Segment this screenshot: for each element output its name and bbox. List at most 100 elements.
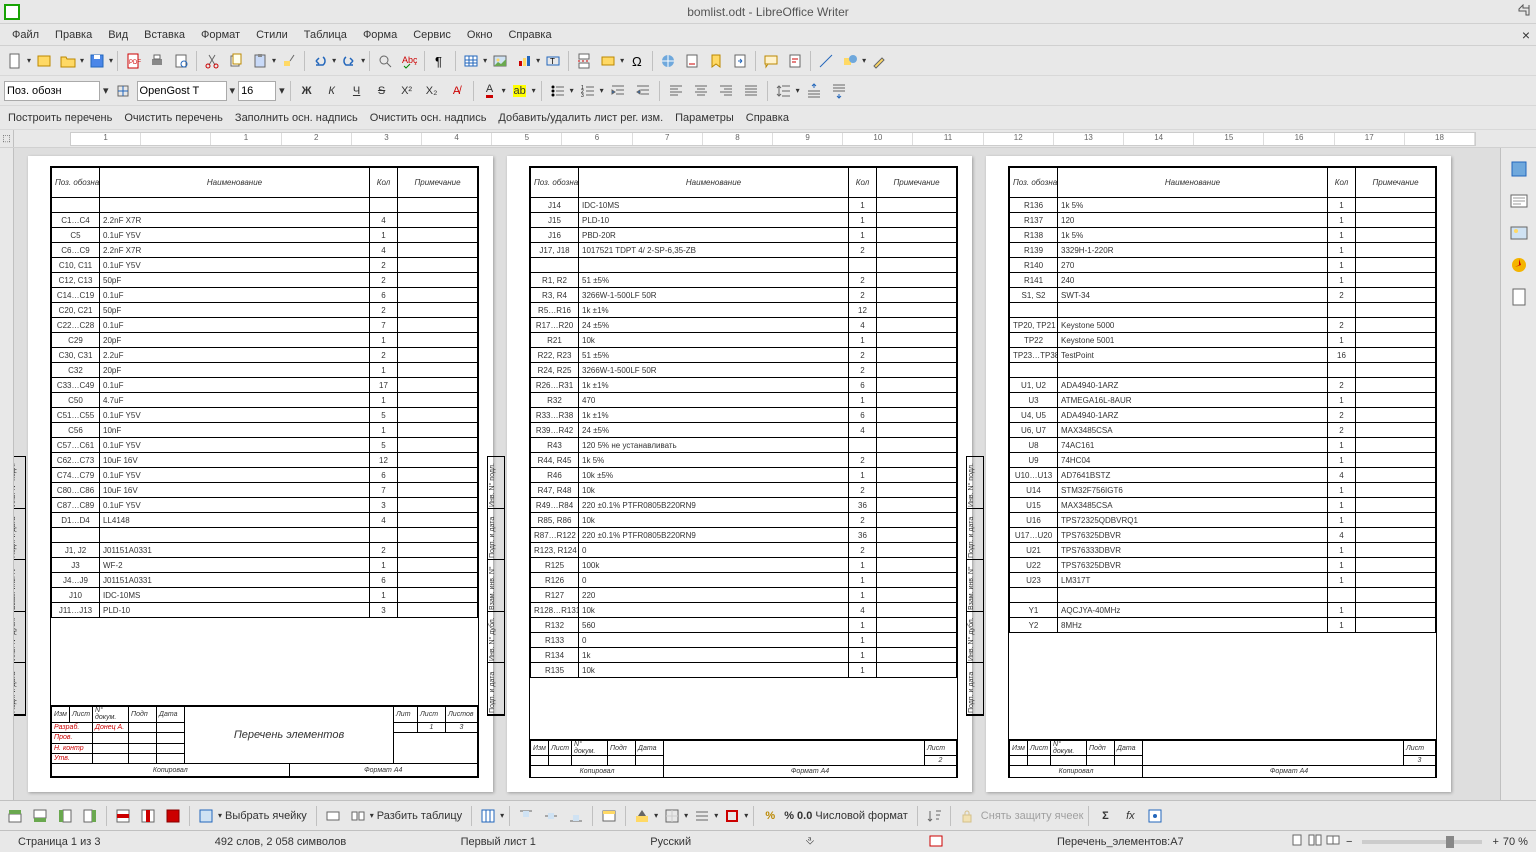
para-style-combo[interactable] [4,81,100,101]
menu-view[interactable]: Вид [100,27,136,43]
table-row[interactable]: U23LM317T1 [1010,573,1436,588]
close-document-button[interactable]: × [1522,27,1530,43]
status-view-single-icon[interactable] [1290,833,1304,850]
bullets-button[interactable] [547,80,569,102]
zoom-value[interactable]: 70 % [1503,836,1528,848]
page-break-button[interactable] [573,50,595,72]
table-row[interactable]: R85, R8610k2 [531,513,957,528]
tbl-bordercolor-button[interactable] [721,805,743,827]
menu-file[interactable]: Файл [4,27,47,43]
status-doc[interactable]: Перечень_элементов:A7 [1047,836,1194,848]
title-block-1[interactable]: ИзмЛистN° докум.ПодпДатаПеречень элемент… [51,705,478,777]
cmd-clear-list[interactable]: Очистить перечень [124,112,223,124]
table-row[interactable]: U974HC041 [1010,453,1436,468]
table-row[interactable]: U4, U5ADA4940-1ARZ2 [1010,408,1436,423]
table-row[interactable]: R4610k ±5%1 [531,468,957,483]
table-row[interactable]: TP20, TP21Keystone 50002 [1010,318,1436,333]
fontsize-combo[interactable] [238,81,276,101]
status-words[interactable]: 492 слов, 2 058 символов [205,836,356,848]
table-row[interactable]: R24, R253266W-1-500LF 50R2 [531,363,957,378]
menu-help[interactable]: Справка [500,27,559,43]
tbl-sort-button[interactable] [923,805,945,827]
table-row[interactable]: R1393329H-1-220R1 [1010,243,1436,258]
cmd-build-list[interactable]: Построить перечень [8,112,112,124]
clone-fmt-button[interactable] [278,50,300,72]
table-row[interactable]: C80…C8610uF 16V7 [52,483,478,498]
insert-chart-button[interactable] [513,50,535,72]
title-block-2[interactable]: ИзмЛистN° докум.ПодпДатаЛист 2 Копировал… [530,739,957,777]
tbl-row-below-button[interactable] [29,805,51,827]
title-block-3[interactable]: ИзмЛистN° докум.ПодпДатаЛист 3 Копировал… [1009,739,1436,777]
comment-button[interactable] [760,50,782,72]
table-row[interactable]: R1371201 [1010,213,1436,228]
table-row[interactable]: R39…R4224 ±5%4 [531,423,957,438]
table-row[interactable]: R1402701 [1010,258,1436,273]
table-row[interactable]: R1325601 [531,618,957,633]
underline-button[interactable]: Ч [346,80,368,102]
menu-table[interactable]: Таблица [296,27,355,43]
nonprinting-button[interactable]: ¶ [429,50,451,72]
insert-symbol-button[interactable]: Ω [626,50,648,72]
tbl-valign-bot-button[interactable] [565,805,587,827]
table-row[interactable]: U14STM32F756IGT61 [1010,483,1436,498]
insert-image-button[interactable] [489,50,511,72]
table-row[interactable]: C62…C7310uF 16V12 [52,453,478,468]
zoom-in-button[interactable]: + [1492,836,1498,848]
bold-button[interactable]: Ж [296,80,318,102]
table-row[interactable]: U10…U13AD7641BSTZ4 [1010,468,1436,483]
cut-button[interactable] [201,50,223,72]
insert-textbox-button[interactable]: T [542,50,564,72]
table-row[interactable]: U15MAX3485CSA1 [1010,498,1436,513]
table-row[interactable]: U22TPS76325DBVR1 [1010,558,1436,573]
tbl-bgcolor-button[interactable] [631,805,653,827]
table-row[interactable]: R123, R12402 [531,543,957,558]
insert-table-button[interactable] [460,50,482,72]
tbl-formula-button[interactable]: fx [1119,805,1141,827]
page-2[interactable]: Поз. обозна-чениеНаименованиеКолПримечан… [507,156,972,792]
table-row[interactable] [1010,303,1436,318]
export-pdf-button[interactable]: PDF [122,50,144,72]
table-row[interactable]: R3, R43266W-1-500LF 50R2 [531,288,957,303]
italic-button[interactable]: К [321,80,343,102]
bom-table-1[interactable]: Поз. обозна-чениеНаименованиеКолПримечан… [51,167,478,618]
tbl-merge-button[interactable] [322,805,344,827]
tbl-valign-top-button[interactable] [515,805,537,827]
status-insert[interactable]: ⎀ [795,835,824,848]
status-style[interactable]: Первый лист 1 [451,836,546,848]
tbl-col-left-button[interactable] [54,805,76,827]
tbl-sum-button[interactable]: Σ [1094,805,1116,827]
table-row[interactable]: R324701 [531,393,957,408]
horizontal-ruler[interactable]: 1123456789101112131415161718 [70,132,1476,146]
table-row[interactable]: U17…U20TPS76325DBVR4 [1010,528,1436,543]
table-row[interactable] [531,258,957,273]
table-row[interactable]: C33…C490.1uF17 [52,378,478,393]
table-row[interactable]: U3ATMEGA16L-8AUR1 [1010,393,1436,408]
table-row[interactable]: R44, R451k 5%2 [531,453,957,468]
table-row[interactable]: R12601 [531,573,957,588]
table-row[interactable] [52,528,478,543]
sidebar-navigator-icon[interactable] [1506,252,1532,278]
table-row[interactable]: Y1AQCJYA-40MHz1 [1010,603,1436,618]
ruler-corner[interactable]: ⬚ [0,130,14,147]
para-above-button[interactable] [803,80,825,102]
table-row[interactable]: R128…R13110k4 [531,603,957,618]
menu-insert[interactable]: Вставка [136,27,193,43]
table-row[interactable]: TP22Keystone 50011 [1010,333,1436,348]
table-row[interactable]: U16TPS72325QDBVRQ11 [1010,513,1436,528]
table-row[interactable]: C5610nF1 [52,423,478,438]
table-row[interactable]: R1412401 [1010,273,1436,288]
table-row[interactable]: R1, R251 ±5%2 [531,273,957,288]
table-row[interactable] [52,198,478,213]
table-row[interactable]: C51…C550.1uF Y5V5 [52,408,478,423]
menu-styles[interactable]: Стили [248,27,296,43]
table-row[interactable]: R5…R161k ±1%12 [531,303,957,318]
templates-button[interactable] [33,50,55,72]
table-row[interactable]: C74…C790.1uF Y5V6 [52,468,478,483]
table-row[interactable]: C20, C2150pF2 [52,303,478,318]
table-row[interactable]: R43120 5% не устанавливать [531,438,957,453]
table-row[interactable]: C3220pF1 [52,363,478,378]
bom-table-2[interactable]: Поз. обозна-чениеНаименованиеКолПримечан… [530,167,957,678]
table-row[interactable]: R1272201 [531,588,957,603]
tbl-valign-mid-button[interactable] [540,805,562,827]
table-row[interactable]: J16PBD-20R1 [531,228,957,243]
